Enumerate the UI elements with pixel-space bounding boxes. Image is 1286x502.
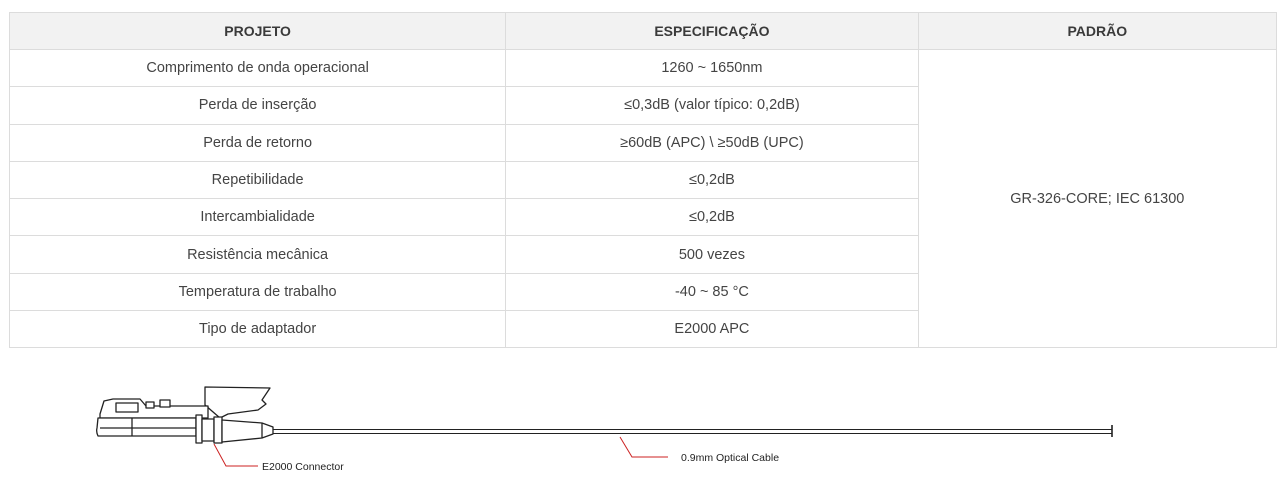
row-item: Comprimento de onda operacional: [8, 48, 507, 88]
row-item: Temperatura de trabalho: [8, 272, 507, 312]
e2000-connector-drawing: [96, 386, 274, 444]
row-spec: ≥60dB (APC) \ ≥50dB (UPC): [505, 123, 919, 162]
header-padrao: PADRÃO: [917, 12, 1278, 50]
row-item: Resistência mecânica: [8, 235, 507, 274]
table-row: Comprimento de onda operacional 1260 ~ 1…: [8, 48, 1278, 349]
connector-leader-line: [213, 443, 258, 467]
row-spec: -40 ~ 85 °C: [505, 272, 919, 312]
row-spec: 500 vezes: [505, 235, 919, 274]
header-especificacao: ESPECIFICAÇÃO: [505, 12, 919, 50]
connector-label: E2000 Connector: [262, 461, 344, 473]
row-item: Perda de inserção: [8, 86, 507, 125]
cable-label: 0.9mm Optical Cable: [681, 452, 779, 464]
row-spec: E2000 APC: [505, 310, 919, 349]
table-header-row: PROJETO ESPECIFICAÇÃO PADRÃO: [8, 12, 1278, 50]
row-item: Repetibilidade: [8, 160, 507, 200]
standard-cell: GR-326-CORE; IEC 61300: [917, 48, 1278, 349]
row-spec: ≤0,2dB: [505, 160, 919, 200]
row-item: Perda de retorno: [8, 123, 507, 162]
cable-leader-line: [619, 436, 668, 458]
optical-cable-drawing: [273, 425, 1113, 437]
row-item: Tipo de adaptador: [8, 310, 507, 349]
specification-table: PROJETO ESPECIFICAÇÃO PADRÃO Comprimento…: [8, 12, 1278, 349]
row-spec: ≤0,2dB: [505, 198, 919, 237]
header-projeto: PROJETO: [8, 12, 507, 50]
row-spec: 1260 ~ 1650nm: [505, 48, 919, 88]
row-spec: ≤0,3dB (valor típico: 0,2dB): [505, 86, 919, 125]
row-item: Intercambialidade: [8, 198, 507, 237]
connector-diagram: E2000 Connector 0.9mm Optical Cable: [96, 386, 1113, 473]
